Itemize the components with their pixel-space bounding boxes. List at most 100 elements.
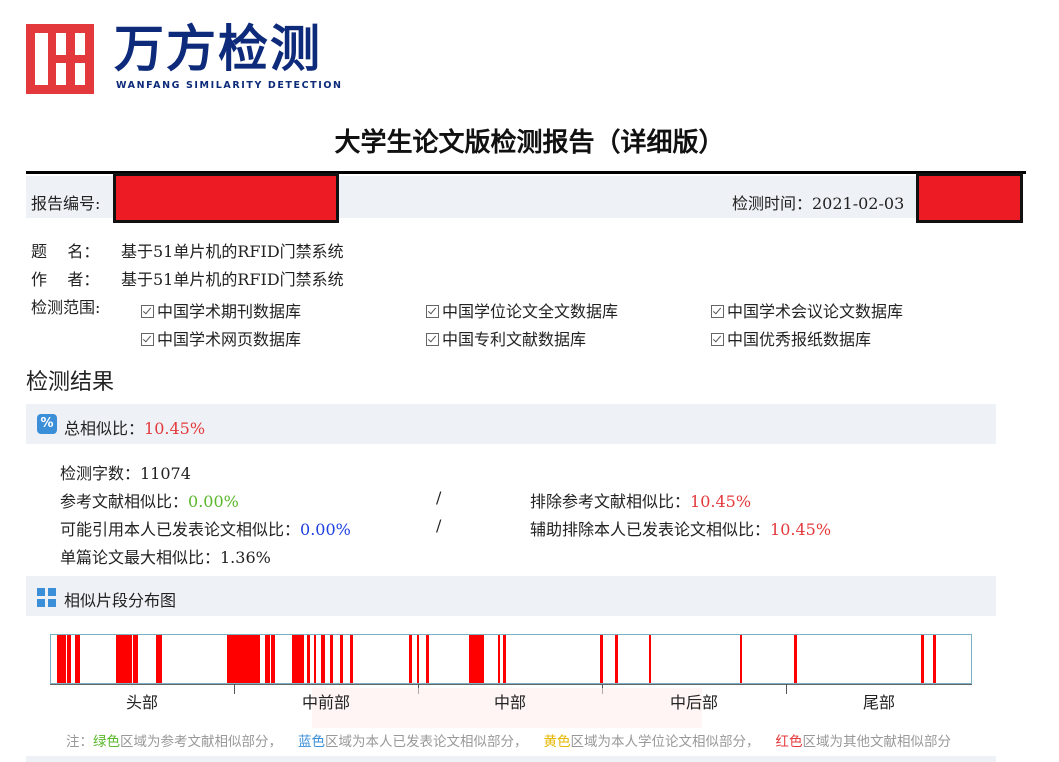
similarity-distribution-bar — [50, 634, 972, 684]
segment-label-head: 头部 — [125, 693, 158, 712]
similar-fragment — [615, 635, 618, 683]
database-checkbox: 中国学术网页数据库 — [141, 326, 301, 350]
similar-fragment — [350, 635, 353, 683]
database-name: 中国学术会议论文数据库 — [727, 302, 904, 321]
self-citation-similarity: 可能引用本人已发表论文相似比：0.00% — [60, 516, 351, 540]
logo-subtitle: WANFANG SIMILARITY DETECTION — [116, 80, 343, 91]
percent-icon: % — [37, 414, 57, 434]
title-value: 基于51单片机的RFID门禁系统 — [121, 242, 344, 261]
similar-fragment — [74, 635, 81, 683]
wanfang-logo-mark — [26, 24, 94, 94]
segment-label-tail: 尾部 — [862, 693, 895, 712]
similar-fragment — [497, 635, 501, 683]
similar-fragment — [329, 635, 333, 683]
separator: / — [436, 488, 442, 507]
total-similarity: 总相似比：10.45% — [64, 415, 205, 439]
similar-fragment — [339, 635, 344, 683]
database-checkbox: 中国专利文献数据库 — [426, 326, 586, 350]
total-value: 10.45% — [144, 419, 206, 438]
similar-fragment — [227, 635, 260, 683]
exclude-reference-similarity: 排除参考文献相似比：10.45% — [530, 488, 751, 512]
similar-fragment — [793, 635, 797, 683]
word-count: 检测字数：11074 — [60, 464, 191, 483]
database-name: 中国专利文献数据库 — [442, 330, 587, 349]
distribution-heading: 相似片段分布图 — [64, 591, 177, 610]
similar-fragment — [648, 635, 652, 683]
results-heading: 检测结果 — [26, 370, 115, 395]
checkbox-checked-icon — [141, 333, 154, 346]
total-label: 总相似比： — [64, 419, 145, 438]
ref-value: 0.00% — [188, 492, 239, 511]
database-name: 中国学位论文全文数据库 — [442, 302, 619, 321]
report-title: 大学生论文版检测报告（详细版） — [334, 128, 725, 158]
redacted-report-number — [113, 173, 339, 223]
reference-similarity: 参考文献相似比：0.00% — [60, 488, 239, 512]
segment-label-front-middle: 中前部 — [301, 693, 350, 712]
axis-tick — [786, 684, 787, 694]
note-prefix: 注： — [66, 734, 93, 750]
database-name: 中国学术期刊数据库 — [157, 302, 302, 321]
note-blue: 蓝色 — [298, 734, 325, 750]
database-checkbox: 中国学术期刊数据库 — [141, 298, 301, 322]
similar-fragment — [503, 635, 506, 683]
author-value: 基于51单片机的RFID门禁系统 — [121, 270, 344, 289]
note-green-text: 区域为参考文献相似部分， — [120, 734, 282, 750]
similar-fragment — [739, 635, 743, 683]
exclude-ref-value: 10.45% — [690, 492, 752, 511]
checkbox-checked-icon — [711, 305, 724, 318]
database-checkbox: 中国学位论文全文数据库 — [426, 298, 618, 322]
logo-text: 万方检测 — [114, 20, 322, 78]
similar-fragment — [416, 635, 420, 683]
similar-fragment — [313, 635, 317, 683]
note-red: 红色 — [775, 734, 803, 750]
similar-fragment — [920, 635, 924, 683]
similar-fragment — [62, 635, 66, 683]
exclude-ref-label: 排除参考文献相似比： — [530, 492, 691, 511]
author-label: 作 者： — [31, 270, 100, 289]
similar-fragment — [409, 635, 413, 683]
segment-label-middle: 中部 — [493, 693, 526, 712]
database-name: 中国学术网页数据库 — [157, 330, 302, 349]
note-yellow: 黄色 — [543, 734, 571, 750]
ref-label: 参考文献相似比： — [60, 492, 189, 511]
checkbox-checked-icon — [426, 305, 439, 318]
redacted-time — [916, 173, 1023, 223]
similar-fragment — [133, 635, 138, 683]
checkbox-checked-icon — [426, 333, 439, 346]
self-value: 0.00% — [300, 520, 351, 539]
detection-time: 检测时间：2021-02-03 — [732, 194, 905, 213]
aux-label: 辅助排除本人已发表论文相似比： — [530, 520, 771, 539]
report-number-label: 报告编号: — [31, 194, 101, 213]
database-name: 中国优秀报纸数据库 — [727, 330, 872, 349]
database-checkbox: 中国学术会议论文数据库 — [711, 298, 903, 322]
database-checkbox: 中国优秀报纸数据库 — [711, 326, 871, 350]
similar-fragment — [321, 635, 326, 683]
title-label: 题 名： — [31, 242, 100, 261]
distribution-axis — [50, 684, 972, 685]
checkbox-checked-icon — [711, 333, 724, 346]
legend-note: 注：绿色区域为参考文献相似部分， 蓝色区域为本人已发表论文相似部分， 黄色区域为本人… — [66, 730, 951, 750]
aux-exclude-similarity: 辅助排除本人已发表论文相似比：10.45% — [530, 516, 831, 540]
note-green: 绿色 — [93, 734, 120, 750]
bottom-band — [26, 756, 996, 762]
similar-fragment — [292, 635, 304, 683]
similar-fragment — [425, 635, 429, 683]
scope-label: 检测范围: — [31, 298, 101, 317]
self-label: 可能引用本人已发表论文相似比： — [60, 520, 301, 539]
checkbox-checked-icon — [141, 305, 154, 318]
note-blue-text: 区域为本人已发表论文相似部分， — [325, 734, 528, 750]
similar-fragment — [67, 635, 71, 683]
similar-fragment — [600, 635, 603, 683]
similar-fragment — [469, 635, 484, 683]
note-yellow-text: 区域为本人学位论文相似部分， — [570, 734, 760, 750]
segment-label-back-middle: 中后部 — [669, 693, 718, 712]
aux-value: 10.45% — [770, 520, 832, 539]
similar-fragment — [306, 635, 310, 683]
max-single-similarity: 单篇论文最大相似比：1.36% — [60, 548, 271, 567]
note-red-text: 区域为其他文献相似部分 — [802, 734, 952, 750]
axis-tick — [234, 684, 235, 694]
similar-fragment — [933, 635, 937, 683]
similar-fragment — [116, 635, 132, 683]
similar-fragment — [265, 635, 270, 683]
separator: / — [436, 516, 442, 535]
